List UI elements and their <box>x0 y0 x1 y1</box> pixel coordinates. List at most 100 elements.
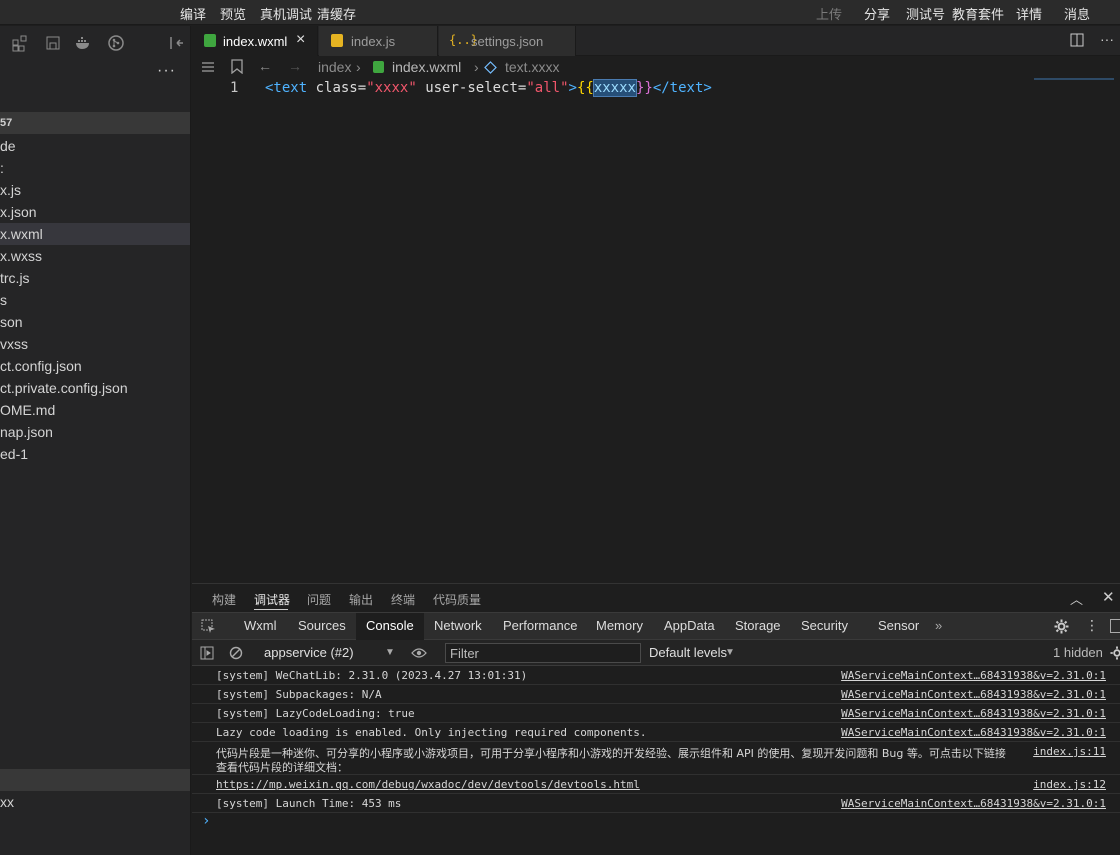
devtools-tab-console[interactable]: Console <box>356 613 424 640</box>
docker-icon[interactable] <box>74 34 92 52</box>
more-tabs-icon[interactable]: » <box>935 613 942 640</box>
panel-tab-build[interactable]: 构建 <box>212 591 236 608</box>
list-icon[interactable] <box>201 60 215 74</box>
console-source-link[interactable]: index.js:12 <box>1033 778 1106 791</box>
devtools-tab-memory[interactable]: Memory <box>596 613 643 640</box>
education-suite-menu-item[interactable]: 教育套件 <box>952 4 1004 23</box>
console-source-link[interactable]: WAServiceMainContext…68431938&v=2.31.0:1 <box>841 797 1106 810</box>
console-message: [system] Subpackages: N/A WAServiceMainC… <box>192 685 1120 704</box>
console-source-link[interactable]: WAServiceMainContext…68431938&v=2.31.0:1 <box>841 726 1106 739</box>
storage-icon[interactable] <box>44 34 62 52</box>
js-file-icon <box>331 34 343 47</box>
file-item[interactable]: x.js <box>0 179 190 201</box>
tab-index-js[interactable]: index.js <box>319 26 438 56</box>
code-line[interactable]: <text class="xxxx" user-select="all">{{x… <box>265 79 712 97</box>
minimap[interactable] <box>1034 78 1114 80</box>
forward-arrow-icon[interactable]: → <box>288 58 302 74</box>
chevron-down-icon[interactable]: ▼ <box>385 647 395 658</box>
file-item[interactable]: trc.js <box>0 267 190 289</box>
wxml-file-icon <box>373 61 384 73</box>
upload-menu-item[interactable]: 上传 <box>816 4 842 23</box>
clear-console-icon[interactable] <box>229 646 243 660</box>
outline-item[interactable]: xx <box>0 791 190 813</box>
kebab-menu-icon[interactable]: ⋮ <box>1085 617 1099 634</box>
preview-menu-item[interactable]: 预览 <box>220 4 246 23</box>
file-item[interactable]: ct.config.json <box>0 355 190 377</box>
devtools-tab-security[interactable]: Security <box>801 613 848 640</box>
file-item[interactable]: nap.json <box>0 421 190 443</box>
clear-cache-menu-item[interactable]: 清缓存 <box>317 4 356 23</box>
panel-tab-code-quality[interactable]: 代码质量 <box>433 591 481 608</box>
split-editor-icon[interactable] <box>1070 33 1084 47</box>
devtools-tab-network[interactable]: Network <box>434 613 482 640</box>
tab-settings-json[interactable]: {..} settings.json <box>439 26 576 56</box>
context-selector[interactable]: appservice (#2) <box>264 645 354 660</box>
file-item[interactable]: OME.md <box>0 399 190 421</box>
close-tab-icon[interactable]: × <box>296 31 305 49</box>
real-device-debug-menu-item[interactable]: 真机调试 <box>260 4 312 23</box>
more-actions-icon[interactable]: ··· <box>1100 31 1114 47</box>
filter-input[interactable] <box>445 643 641 663</box>
file-item[interactable]: vxss <box>0 333 190 355</box>
devtools-tab-wxml[interactable]: Wxml <box>244 613 277 640</box>
test-account-menu-item[interactable]: 测试号 <box>906 4 945 23</box>
panel-tab-output[interactable]: 输出 <box>349 591 373 608</box>
devtools-tab-sources[interactable]: Sources <box>298 613 346 640</box>
devtools-tab-sensor[interactable]: Sensor <box>878 613 919 640</box>
panel-tab-debugger[interactable]: 调试器 <box>254 591 290 608</box>
console-source-link[interactable]: WAServiceMainContext…68431938&v=2.31.0:1 <box>841 707 1106 720</box>
element-icon <box>484 61 497 74</box>
gear-icon[interactable] <box>1054 619 1069 634</box>
close-panel-icon[interactable]: ✕ <box>1102 588 1115 606</box>
panel-tab-terminal[interactable]: 终端 <box>391 591 415 608</box>
share-menu-item[interactable]: 分享 <box>864 4 890 23</box>
file-item[interactable]: : <box>0 157 190 179</box>
devtools-tab-appdata[interactable]: AppData <box>664 613 715 640</box>
console-output: [system] WeChatLib: 2.31.0 (2023.4.27 13… <box>192 666 1120 855</box>
chevron-down-icon[interactable]: ▼ <box>725 647 735 658</box>
console-source-link[interactable]: WAServiceMainContext…68431938&v=2.31.0:1 <box>841 688 1106 701</box>
code-token: = <box>357 80 367 96</box>
console-message-text: [system] Launch Time: 453 ms <box>216 797 402 810</box>
sidebar-toggle-icon[interactable] <box>200 646 214 660</box>
file-item-selected[interactable]: x.wxml <box>0 223 190 245</box>
eye-icon[interactable] <box>411 647 427 659</box>
details-menu-item[interactable]: 详情 <box>1016 4 1042 23</box>
panel-tab-problems[interactable]: 问题 <box>307 591 331 608</box>
outline-section-header[interactable] <box>0 769 190 791</box>
dock-icon[interactable] <box>1110 619 1120 633</box>
bookmark-icon[interactable] <box>231 59 243 74</box>
console-message: [system] LazyCodeLoading: true WAService… <box>192 704 1120 723</box>
inspect-element-icon[interactable] <box>201 619 216 634</box>
console-settings-icon[interactable] <box>1110 646 1120 660</box>
code-editor[interactable]: 1 <text class="xxxx" user-select="all">{… <box>192 78 1120 578</box>
file-item[interactable]: son <box>0 311 190 333</box>
collapse-sidebar-icon[interactable] <box>168 34 186 52</box>
devtools-tab-performance[interactable]: Performance <box>503 613 577 640</box>
breadcrumb-item[interactable]: text.xxxx <box>505 59 559 75</box>
devtools-tab-storage[interactable]: Storage <box>735 613 781 640</box>
file-item[interactable]: de <box>0 135 190 157</box>
file-item[interactable]: ct.private.config.json <box>0 377 190 399</box>
file-item[interactable]: ed-1 <box>0 443 190 465</box>
console-prompt[interactable]: › <box>202 813 210 829</box>
console-source-link[interactable]: index.js:11 <box>1033 745 1106 758</box>
extensions-icon[interactable] <box>11 34 29 52</box>
active-tab-indicator <box>254 609 288 610</box>
back-arrow-icon[interactable]: ← <box>258 58 272 74</box>
explorer-section-header[interactable]: 57 <box>0 112 190 134</box>
breadcrumb-item[interactable]: index.wxml <box>392 59 461 75</box>
log-levels-dropdown[interactable]: Default levels <box>649 645 727 660</box>
compile-menu-item[interactable]: 编译 <box>180 4 206 23</box>
source-control-icon[interactable] <box>107 34 125 52</box>
tab-index-wxml[interactable]: index.wxml × <box>192 26 318 56</box>
more-actions-icon[interactable]: ··· <box>157 62 176 80</box>
chevron-up-icon[interactable]: ︿ <box>1070 589 1083 608</box>
file-item[interactable]: s <box>0 289 190 311</box>
console-url-link[interactable]: https://mp.weixin.qq.com/debug/wxadoc/de… <box>216 778 640 791</box>
console-source-link[interactable]: WAServiceMainContext…68431938&v=2.31.0:1 <box>841 669 1106 682</box>
messages-menu-item[interactable]: 消息 <box>1064 4 1090 23</box>
file-item[interactable]: x.json <box>0 201 190 223</box>
breadcrumb-item[interactable]: index <box>318 59 351 75</box>
file-item[interactable]: x.wxss <box>0 245 190 267</box>
